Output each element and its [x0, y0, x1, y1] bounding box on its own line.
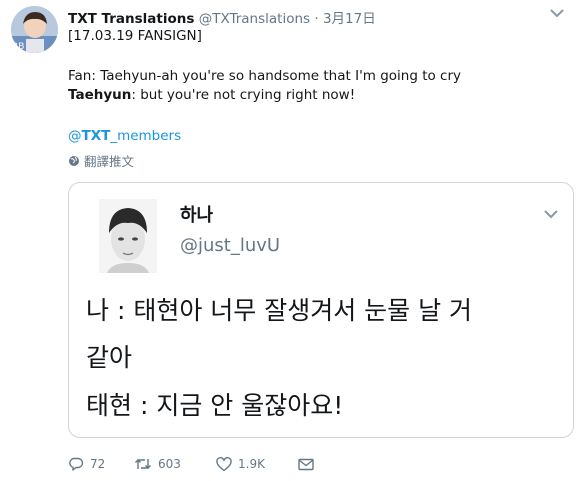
quoted-handle[interactable]: @just_luvU	[180, 235, 280, 256]
quoted-text-line: 태현 : 지금 안 울잖아요!	[86, 391, 344, 420]
quoted-tweet-card[interactable]: 하나 @just_luvU 나 : 태현아 너무 잘생겨서 눈물 날 거 같아 …	[68, 182, 574, 438]
reply-button[interactable]: 72	[68, 456, 134, 472]
chevron-down-icon[interactable]	[548, 6, 566, 20]
heart-icon	[216, 456, 232, 471]
tweet-text-tag: [17.03.19 FANSIGN]	[68, 28, 202, 44]
translate-label: 翻譯推文	[84, 154, 135, 169]
reply-speaker: Taehyun	[68, 87, 132, 103]
author-display-name[interactable]: TXT Translations	[68, 11, 194, 27]
direct-message-button[interactable]	[298, 458, 314, 471]
globe-icon	[69, 155, 79, 166]
like-button[interactable]: 1.9K	[216, 456, 298, 472]
avatar-image: RB	[11, 6, 58, 53]
retweet-icon	[135, 459, 151, 469]
tweet-header: TXT Translations @TXTranslations · 3月17日	[68, 7, 580, 27]
reply-count: 72	[90, 457, 106, 471]
separator-dot: ·	[314, 11, 319, 27]
quoted-chevron-down-icon[interactable]	[542, 207, 560, 221]
tweet-text-reply: Taehyun: but you're not crying right now…	[68, 86, 355, 104]
reply-text: : but you're not crying right now!	[131, 87, 356, 103]
quoted-display-name[interactable]: 하나	[180, 201, 213, 227]
mention-bold: TXT	[81, 128, 111, 144]
like-count: 1.9K	[238, 457, 265, 471]
retweet-count: 603	[158, 457, 181, 471]
quoted-text-line: 같아	[86, 343, 133, 372]
tweet-actions: 72 603 1.9K	[68, 454, 314, 474]
quoted-author-avatar[interactable]	[99, 199, 157, 273]
reply-icon	[69, 457, 84, 471]
mention-at: @	[68, 128, 82, 144]
author-handle[interactable]: @TXTranslations	[199, 11, 310, 27]
tweet-text-fan: Fan: Taehyun-ah you're so handsome that …	[68, 68, 462, 84]
quoted-avatar-image	[99, 199, 157, 273]
quoted-text-line: 나 : 태현아 너무 잘생겨서 눈물 날 거	[86, 296, 473, 325]
translate-tweet-link[interactable]: 翻譯推文	[68, 151, 134, 170]
author-avatar[interactable]: RB	[11, 6, 58, 53]
svg-text:RB: RB	[12, 42, 24, 52]
envelope-icon	[298, 458, 314, 470]
mention-link[interactable]: @TXT_members	[68, 127, 181, 145]
retweet-button[interactable]: 603	[134, 457, 216, 471]
mention-rest: _members	[110, 128, 182, 144]
tweet-timestamp[interactable]: 3月17日	[323, 11, 376, 27]
